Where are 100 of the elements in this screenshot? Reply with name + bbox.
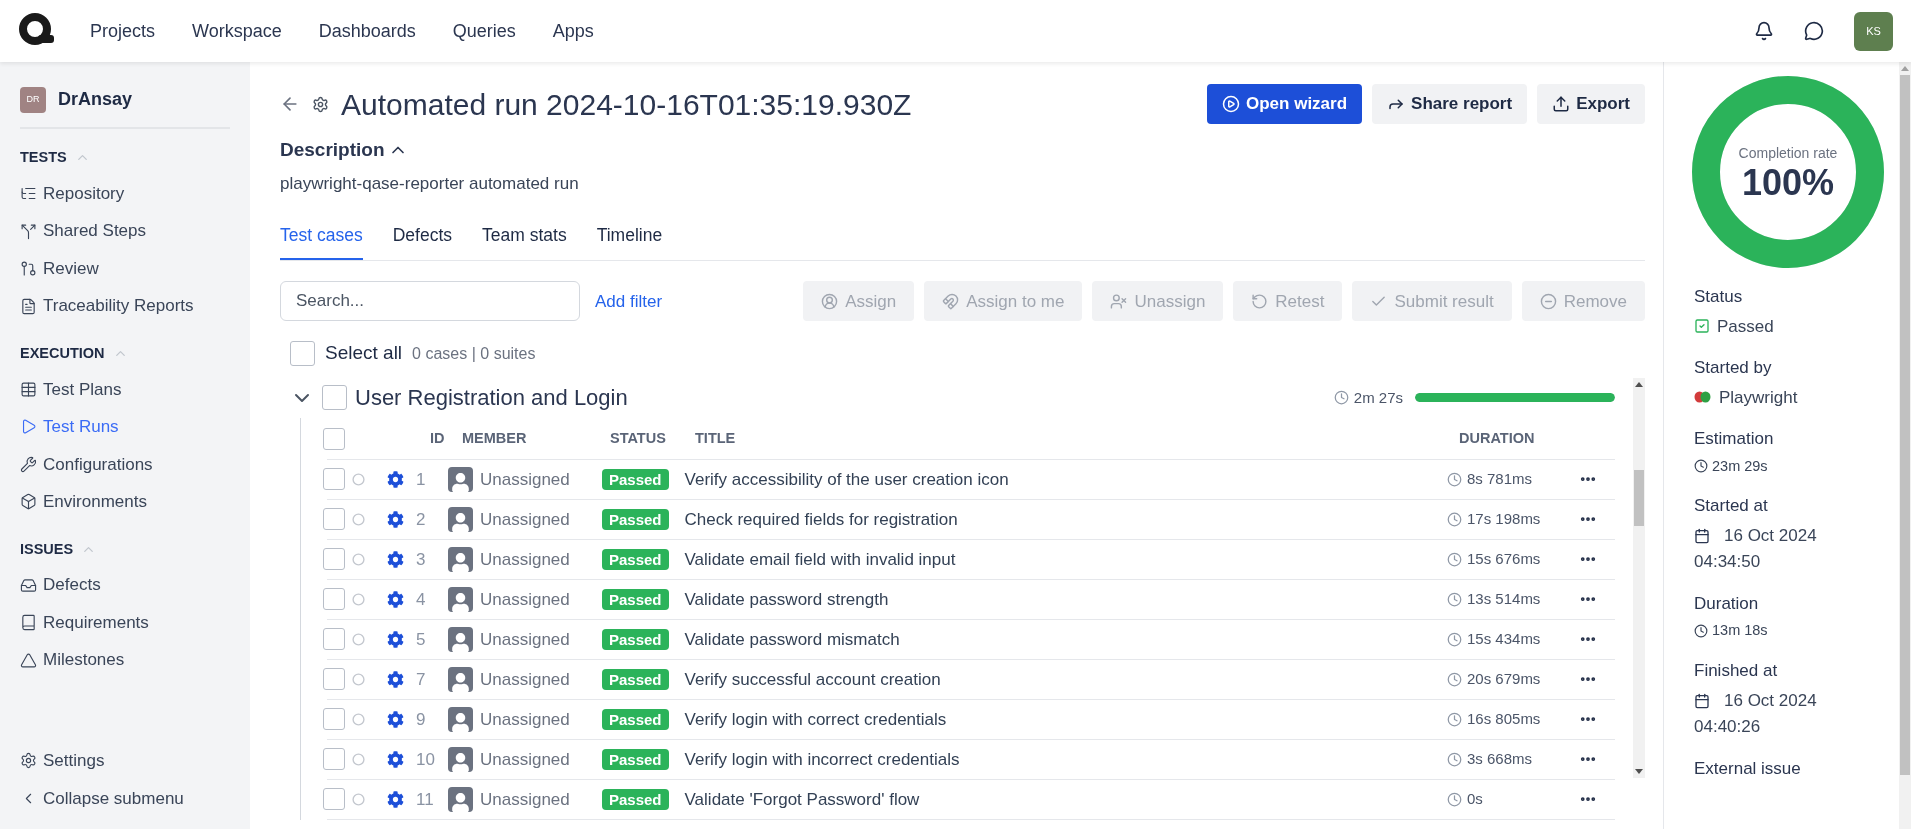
row-checkbox[interactable]	[323, 668, 345, 691]
duration-text: 15s 676ms	[1467, 549, 1541, 569]
document-icon	[20, 297, 37, 315]
row-checkbox[interactable]	[323, 788, 345, 811]
suite-checkbox[interactable]	[322, 385, 347, 411]
row-checkbox[interactable]	[323, 708, 345, 731]
column-header: TITLE	[695, 429, 737, 449]
detail-label: External issue	[1694, 757, 1802, 780]
status-circle-icon	[352, 792, 365, 806]
header-button[interactable]: Export	[1537, 84, 1645, 124]
search-field[interactable]: Search...	[280, 281, 580, 322]
case-title[interactable]: Check required fields for registration	[684, 506, 1447, 532]
tab[interactable]: Timeline	[596, 222, 663, 261]
case-id: 4	[416, 588, 427, 611]
gear-icon[interactable]	[387, 750, 404, 768]
case-title[interactable]: Verify accessibility of the user creation icon	[684, 466, 1447, 492]
gear-icon[interactable]	[387, 550, 404, 568]
tab[interactable]: Defects	[392, 222, 452, 261]
member-avatar-icon	[448, 706, 473, 732]
case-id: 5	[416, 628, 427, 651]
member-name: Unassigned	[480, 788, 571, 811]
duration-text: 16s 805ms	[1467, 709, 1541, 729]
suite-title: User Registration and Login	[355, 384, 628, 413]
status-circle-icon	[352, 672, 365, 686]
play-icon	[20, 418, 37, 436]
clock-icon	[1447, 791, 1462, 807]
sidebar-item[interactable]: Test Runs	[20, 408, 230, 446]
collapse-link[interactable]: Collapse submenu	[20, 779, 230, 817]
gear-icon[interactable]	[387, 510, 404, 528]
sidebar-item[interactable]: Environments	[20, 483, 230, 521]
select-all-checkbox[interactable]	[290, 341, 315, 366]
case-title[interactable]: Verify login with incorrect credentials	[684, 746, 1447, 772]
sidebar-item[interactable]: Defects	[20, 566, 230, 604]
sidebar-item[interactable]: Test Plans	[20, 370, 230, 408]
case-title[interactable]: Validate email field with invalid input	[684, 546, 1447, 572]
clock-icon	[1447, 711, 1462, 727]
notifications-bell-icon[interactable]	[1754, 21, 1774, 41]
case-title[interactable]: Validate 'Forgot Password' flow	[684, 786, 1447, 812]
member-name: Unassigned	[480, 748, 571, 771]
gear-icon[interactable]	[387, 630, 404, 648]
header-checkbox[interactable]	[323, 428, 345, 451]
row-checkbox[interactable]	[323, 548, 345, 571]
sidebar-item[interactable]: Review	[20, 249, 230, 288]
row-checkbox[interactable]	[323, 468, 345, 491]
column-header: STATUS	[610, 429, 667, 449]
case-title[interactable]: Verify successful account creation	[684, 666, 1447, 692]
row-checkbox[interactable]	[323, 628, 345, 651]
clock-icon	[1333, 390, 1349, 406]
nav-link[interactable]: Projects	[90, 17, 156, 45]
gear-icon[interactable]	[387, 590, 404, 608]
sidebar-item[interactable]: Milestones	[20, 641, 230, 679]
gear-icon[interactable]	[387, 710, 404, 728]
gear-icon[interactable]	[387, 670, 404, 688]
member-avatar-icon	[448, 626, 473, 652]
tab[interactable]: Test cases	[280, 222, 363, 261]
member-avatar-icon	[448, 586, 473, 612]
case-title[interactable]: Validate password mismatch	[684, 626, 1447, 652]
settings-icon[interactable]	[312, 95, 329, 113]
add-filter-link[interactable]: Add filter	[595, 288, 663, 314]
gear-icon[interactable]	[387, 470, 404, 488]
project-name: DrAnsay	[58, 88, 133, 111]
box-icon	[20, 493, 37, 511]
row-checkbox[interactable]	[323, 748, 345, 771]
chat-bubble-icon[interactable]	[1804, 21, 1824, 41]
column-header: DURATION	[1459, 429, 1536, 449]
case-title[interactable]: Verify login with correct credentials	[684, 706, 1447, 732]
sidebar-item[interactable]: Configurations	[20, 445, 230, 483]
sidebar-item[interactable]: Shared Steps	[20, 212, 230, 250]
header-button[interactable]: Open wizard	[1207, 84, 1363, 124]
book-icon	[20, 614, 37, 631]
member-avatar-icon	[448, 666, 473, 692]
detail-label: Duration	[1694, 592, 1760, 615]
user-remove-icon	[1110, 292, 1128, 310]
settings-link[interactable]: Settings	[20, 742, 230, 780]
nav-link[interactable]: Queries	[452, 17, 516, 45]
nav-link[interactable]: Apps	[552, 17, 594, 45]
nav-link[interactable]: Workspace	[192, 17, 282, 45]
case-id: 10	[416, 748, 436, 771]
sidebar-item[interactable]: Traceability Reports	[20, 287, 230, 325]
status-badge: Passed	[602, 628, 669, 650]
gear-icon[interactable]	[387, 790, 404, 808]
header-button[interactable]: Share report	[1372, 84, 1528, 124]
status-circle-icon	[352, 712, 365, 726]
sidebar-item[interactable]: Repository	[20, 174, 230, 213]
status-badge: Passed	[602, 508, 669, 530]
column-header: MEMBER	[462, 429, 528, 449]
sidebar-item[interactable]: Requirements	[20, 603, 230, 642]
nav-link[interactable]: Dashboards	[318, 17, 416, 45]
duration-text: 8s 781ms	[1467, 469, 1533, 489]
tab[interactable]: Team stats	[482, 222, 567, 261]
detail-value: 13m 18s	[1712, 621, 1768, 641]
retest-icon	[1251, 292, 1269, 310]
scrollbar[interactable]	[1633, 377, 1645, 778]
member-avatar-icon	[448, 506, 473, 532]
case-title[interactable]: Validate password strength	[684, 586, 1447, 612]
row-checkbox[interactable]	[323, 588, 345, 611]
status-circle-icon	[352, 632, 365, 646]
scrollbar[interactable]	[1899, 62, 1911, 829]
row-checkbox[interactable]	[323, 508, 345, 531]
user-avatar[interactable]: KS	[1854, 11, 1893, 51]
